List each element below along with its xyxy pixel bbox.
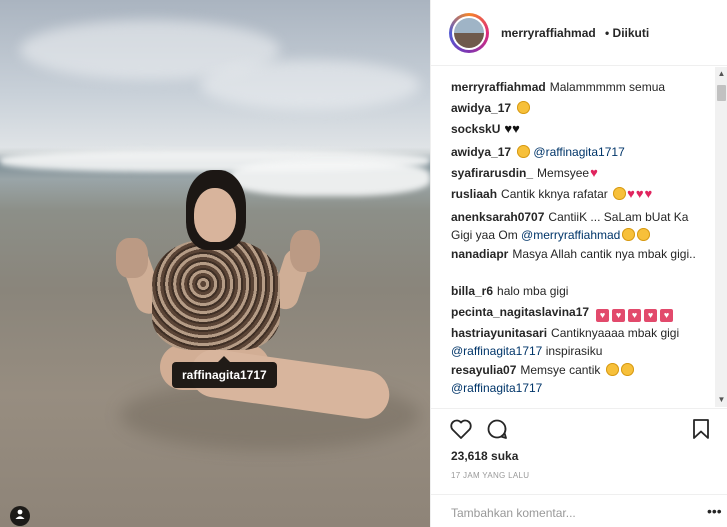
more-options-icon[interactable]: ••• (707, 503, 722, 519)
comment-text: Malammmmm semua (549, 80, 666, 94)
avatar-image (454, 18, 484, 48)
mention-link[interactable]: @raffinagita1717 (451, 344, 542, 358)
add-comment-bar: ••• (431, 494, 727, 527)
comment-username[interactable]: nanadiapr (451, 247, 508, 261)
post-photo[interactable]: raffinagita1717 (0, 0, 430, 527)
comment: awidya_17 @raffinagita1717 (451, 143, 713, 161)
comment: pecinta_nagitaslavina17 ♥ ♥ ♥ ♥ ♥ (451, 303, 713, 322)
comment-text: Cantiknyaaaa mbak gigi (551, 326, 680, 340)
comment-username[interactable]: pecinta_nagitaslavina17 (451, 305, 589, 319)
grin-emoji-icon (613, 187, 627, 200)
kiss-emoji-icon (622, 228, 636, 241)
comment: hastriayunitasari Cantiknyaaaa mbak gigi … (451, 324, 713, 360)
comment: merryraffiahmad Malammmmm semua (451, 78, 713, 96)
kiss-emoji-icon (637, 228, 651, 241)
heart-box-emoji-icon: ♥ (660, 309, 674, 322)
comment: awidya_17 (451, 99, 713, 117)
red-heart-icon: ♥ (590, 165, 598, 180)
black-heart-icon: ♥ (512, 121, 520, 136)
mention-link[interactable]: @raffinagita1717 (451, 381, 542, 395)
comment-text: Memsye cantik (520, 363, 601, 377)
heart-icon[interactable] (449, 417, 473, 441)
comment-username[interactable]: resayulia07 (451, 363, 516, 377)
comment-input[interactable] (451, 503, 691, 523)
comment-username[interactable]: anenksarah0707 (451, 210, 544, 224)
comment: rusliaah Cantik kknya rafatar ♥♥♥ (451, 185, 713, 203)
header-username[interactable]: merryraffiahmad (501, 26, 596, 40)
comment-text: Memsyee (537, 166, 590, 180)
hand (116, 238, 148, 278)
comment: nanadiapr Masya Allah cantik nya mbak gig… (451, 245, 713, 263)
red-heart-icon: ♥ (635, 186, 644, 201)
avatar[interactable] (449, 13, 489, 53)
post-actions (431, 408, 727, 450)
post-header: merryraffiahmad • Diikuti (431, 0, 727, 66)
likes-count[interactable]: 23,618 suka (451, 449, 518, 463)
comments-scrollbar[interactable]: ▲ ▼ (715, 67, 727, 407)
heart-box-emoji-icon: ♥ (644, 309, 658, 322)
red-heart-icon: ♥ (644, 186, 653, 201)
comment-username[interactable]: sockskU (451, 122, 500, 136)
comments-list[interactable]: merryraffiahmad Malammmmm semua awidya_17… (431, 67, 727, 407)
face (194, 188, 236, 242)
follow-status[interactable]: • Diikuti (605, 26, 649, 40)
comment: resayulia07 Memsye cantik @raffinagita171… (451, 361, 713, 397)
cloud (200, 60, 420, 110)
comment: sockskU ♥♥ (451, 120, 713, 138)
scroll-up-icon[interactable]: ▲ (715, 67, 727, 81)
comment-icon[interactable] (485, 417, 509, 441)
dress (152, 240, 280, 350)
comment: syafirarusdin_ Memsyee♥ (451, 164, 713, 182)
mention-link[interactable]: @raffinagita1717 (533, 145, 624, 159)
comment-text-tail: inspirasiku (545, 344, 603, 358)
post-timestamp: 17 JAM YANG LALU (451, 471, 530, 480)
hand (290, 230, 320, 272)
comment-text: halo mba gigi (497, 284, 569, 298)
comment-username[interactable]: awidya_17 (451, 101, 511, 115)
red-heart-icon: ♥ (627, 186, 635, 201)
comment-text: Cantik kknya rafatar (501, 187, 608, 201)
heart-box-emoji-icon: ♥ (612, 309, 626, 322)
kiss-emoji-icon (605, 363, 619, 376)
user-silhouette-icon (15, 509, 25, 519)
comment: anenksarah0707 CantiiK ... SaLam bUat Ka … (451, 208, 713, 244)
heart-eyes-emoji-icon (517, 145, 531, 158)
scrollbar-thumb[interactable] (717, 85, 726, 101)
comment-text: Masya Allah cantik nya mbak gigi.. (512, 247, 696, 261)
heart-box-emoji-icon: ♥ (628, 309, 642, 322)
heart-eyes-emoji-icon (517, 101, 531, 114)
user-tag-icon[interactable] (10, 506, 30, 526)
instagram-post-modal: raffinagita1717 merryraffiahmad • Diikut… (0, 0, 727, 527)
comment-username[interactable]: billa_r6 (451, 284, 493, 298)
bookmark-icon[interactable] (689, 417, 713, 441)
black-heart-icon: ♥ (504, 121, 513, 136)
comment: billa_r6 halo mba gigi (451, 282, 713, 300)
comment-username[interactable]: hastriayunitasari (451, 326, 547, 340)
heart-box-emoji-icon: ♥ (596, 309, 610, 322)
post-sidebar: merryraffiahmad • Diikuti merryraffiahma… (430, 0, 727, 527)
mention-link[interactable]: @merryraffiahmad (521, 228, 620, 242)
comment-username[interactable]: merryraffiahmad (451, 80, 546, 94)
comment-username[interactable]: syafirarusdin_ (451, 166, 533, 180)
comment-username[interactable]: awidya_17 (451, 145, 511, 159)
kiss-emoji-icon (620, 363, 634, 376)
wave (230, 160, 430, 196)
scroll-down-icon[interactable]: ▼ (715, 393, 727, 407)
comment-username[interactable]: rusliaah (451, 187, 497, 201)
user-tag[interactable]: raffinagita1717 (172, 356, 277, 388)
